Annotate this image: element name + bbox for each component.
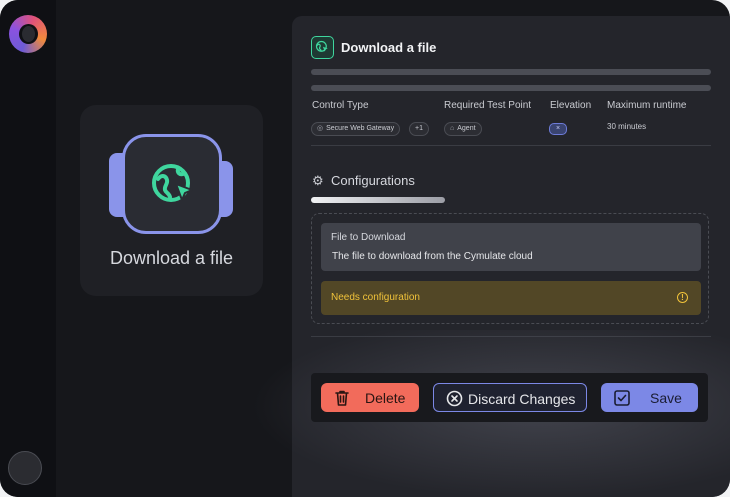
- globe-cursor-icon: [152, 164, 193, 202]
- template-preview-card: Download a file: [80, 105, 263, 296]
- close-circle-icon: [446, 390, 463, 407]
- agent-icon: ⌂: [450, 125, 455, 132]
- test-point-label: Agent: [457, 125, 476, 132]
- control-type-label: Secure Web Gateway: [326, 125, 395, 132]
- test-point-chip: ⌂ Agent: [444, 122, 482, 136]
- elevation-badge: ×: [549, 123, 567, 135]
- runtime-value: 30 minutes: [607, 122, 647, 131]
- description-placeholder-bar: [311, 69, 711, 75]
- elevation-header: Elevation: [550, 100, 592, 111]
- field-value: The file to download from the Cymulate c…: [332, 251, 533, 262]
- control-type-more-chip[interactable]: +1: [409, 122, 429, 136]
- divider: [311, 145, 711, 146]
- globe-cursor-icon: [311, 36, 334, 59]
- file-to-download-field[interactable]: File to Download The file to download fr…: [321, 223, 701, 271]
- trash-icon: [335, 390, 349, 406]
- field-label: File to Download: [331, 232, 406, 243]
- action-toolbar: Delete Discard Changes Save: [311, 373, 708, 422]
- control-type-header: Control Type: [312, 100, 369, 111]
- discard-changes-button[interactable]: Discard Changes: [433, 383, 587, 412]
- save-label: Save: [650, 390, 682, 406]
- hero-icon-frame: [122, 134, 222, 234]
- discard-label: Discard Changes: [468, 391, 576, 407]
- shield-icon: ◎: [317, 125, 324, 132]
- app-sidebar: [0, 0, 56, 497]
- user-avatar[interactable]: [8, 451, 42, 485]
- configurations-title: Configurations: [331, 173, 415, 188]
- panel-title: Download a file: [341, 40, 437, 55]
- check-square-icon: [614, 390, 630, 406]
- cymulate-logo-icon[interactable]: [9, 15, 47, 53]
- description-placeholder-bar: [311, 85, 711, 91]
- delete-button[interactable]: Delete: [321, 383, 419, 412]
- test-point-header: Required Test Point: [444, 100, 532, 111]
- needs-configuration-banner[interactable]: Needs configuration !: [321, 281, 701, 315]
- gear-icon: ⚙: [312, 173, 324, 188]
- configurations-progress-bar: [311, 197, 445, 203]
- warning-text: Needs configuration: [331, 292, 420, 303]
- runtime-header: Maximum runtime: [607, 100, 687, 111]
- app-window: Download a file Download a file Control …: [0, 0, 730, 497]
- control-type-more-label: +1: [415, 125, 423, 132]
- warning-icon: !: [677, 292, 688, 303]
- save-button[interactable]: Save: [601, 383, 698, 412]
- delete-label: Delete: [365, 390, 406, 406]
- card-title: Download a file: [109, 248, 234, 268]
- control-type-chip: ◎ Secure Web Gateway: [311, 122, 401, 136]
